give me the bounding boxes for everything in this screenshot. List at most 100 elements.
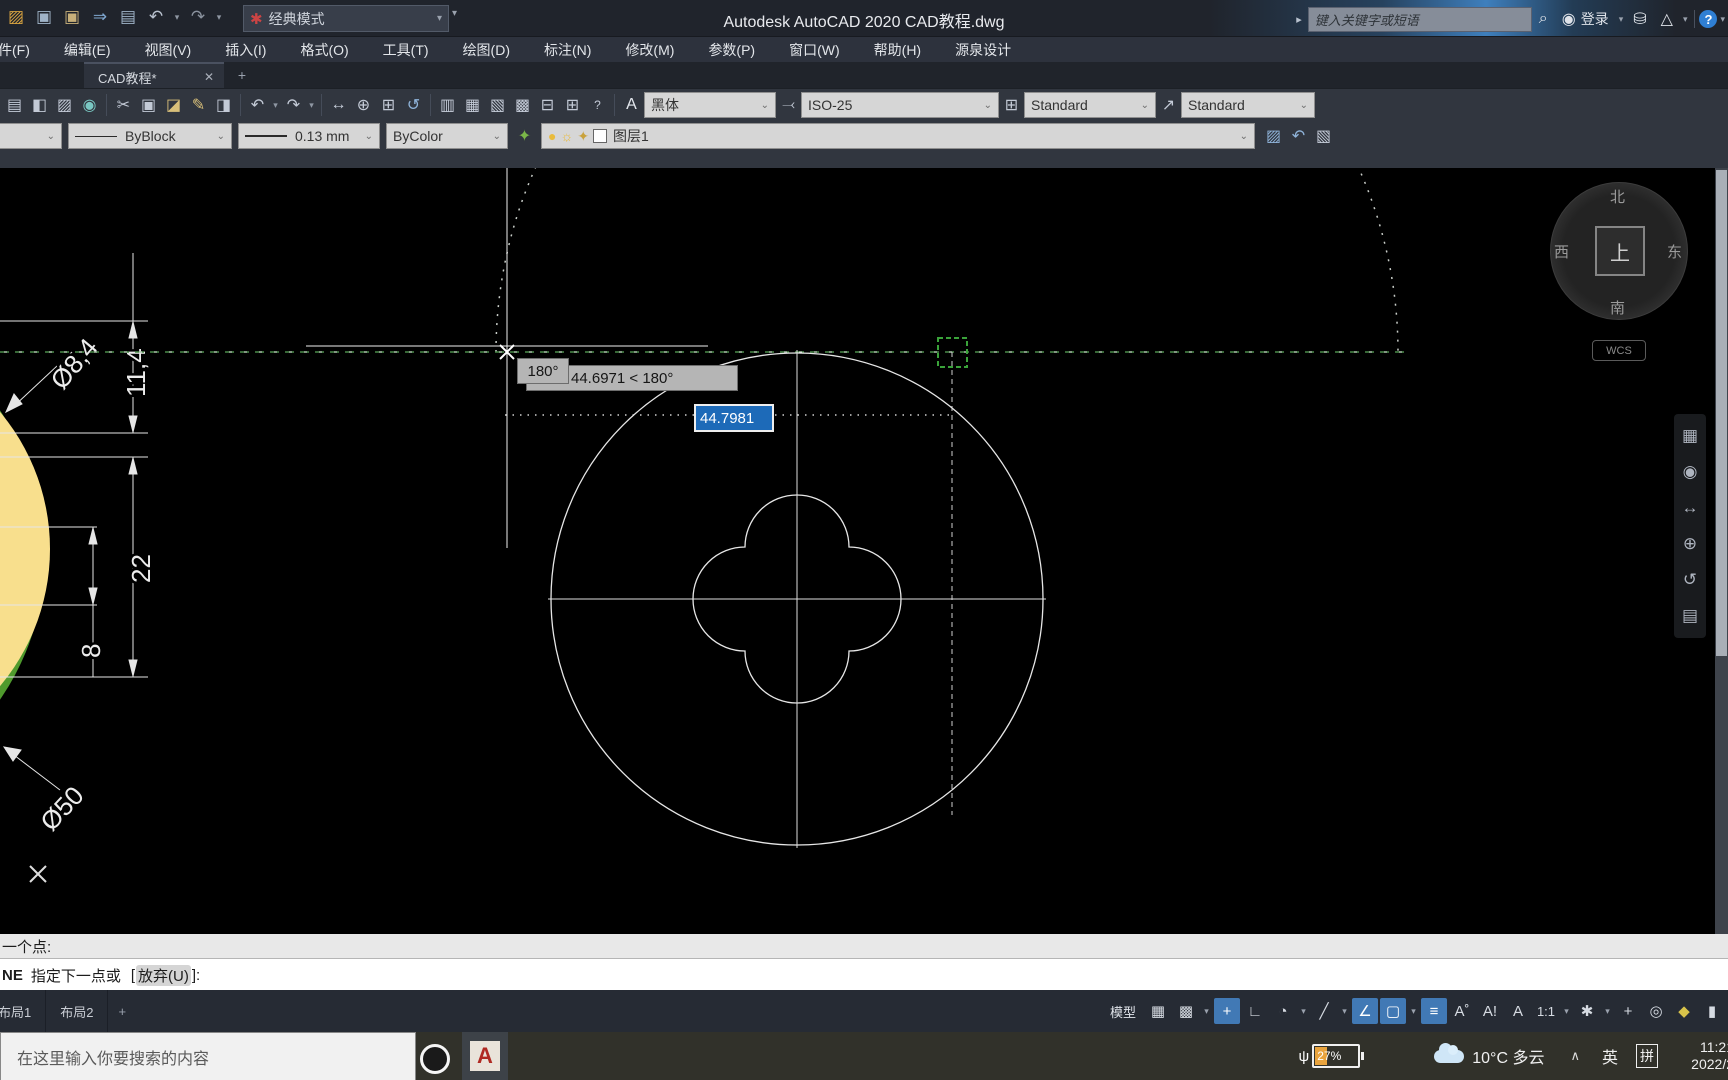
layer-lock-icon[interactable]: ✦ (577, 128, 589, 145)
layer-previous-icon[interactable]: ↶ (1286, 123, 1311, 149)
nav-pan-icon[interactable]: ↔ (1677, 490, 1703, 526)
taskbar-search-input[interactable]: 在这里输入你要搜索的内容 (0, 1032, 416, 1080)
infocenter-search-input[interactable]: 键入关键字或短语 (1307, 6, 1532, 32)
menu-window[interactable]: 窗口(W) (772, 37, 857, 63)
design-center-icon[interactable]: ▦ (460, 92, 485, 118)
dynamic-input-icon[interactable]: + (1214, 998, 1240, 1024)
workspace-more-button[interactable]: ▾ (452, 9, 457, 19)
layer-color-swatch[interactable] (593, 129, 608, 143)
plot-icon[interactable]: ▤ (116, 4, 140, 30)
viewcube[interactable]: 北 西 东 南 上 (1550, 182, 1688, 320)
help-icon[interactable]: ? (585, 92, 610, 118)
nav-showmotion-icon[interactable]: ▤ (1677, 598, 1703, 634)
redo-dropdown[interactable]: ▾ (306, 92, 317, 118)
lineweight-dropdown[interactable]: 0.13 mm ⌄ (238, 123, 380, 149)
quickcalc-icon[interactable]: ⊞ (560, 92, 585, 118)
open-file-icon[interactable]: ▨ (4, 4, 28, 30)
wcs-badge[interactable]: WCS (1592, 340, 1646, 361)
search-button[interactable]: ⌕ (1539, 10, 1548, 28)
file-tab[interactable]: CAD教程* ✕ (84, 62, 224, 90)
snap-dropdown[interactable]: ▾ (1201, 998, 1212, 1024)
osnap-dropdown[interactable]: ▾ (1408, 998, 1419, 1024)
tab-layout1[interactable]: 布局1 (0, 990, 47, 1032)
layer-on-bulb-icon[interactable]: ● (548, 128, 556, 144)
color-control-dropdown[interactable]: ⌄ (0, 123, 62, 149)
tray-expand-chevron[interactable]: ∧ (1570, 1048, 1580, 1064)
clean-screen-icon[interactable]: ▮ (1699, 998, 1725, 1024)
grid-icon[interactable]: ▦ (1145, 998, 1171, 1024)
tool-palettes-icon[interactable]: ▧ (485, 92, 510, 118)
export-icon[interactable]: ⇒ (88, 4, 112, 30)
app-dropdown-icon[interactable]: ▾ (1683, 14, 1688, 25)
nav-zoom-icon[interactable]: ⊕ (1677, 526, 1703, 562)
graphics-performance-icon[interactable]: ◆ (1671, 998, 1697, 1024)
menu-format[interactable]: 格式(O) (283, 37, 365, 63)
linetype-dropdown[interactable]: ByBlock ⌄ (68, 123, 232, 149)
3d-print-icon[interactable]: ◉ (77, 92, 102, 118)
match-properties-icon[interactable]: ✎ (186, 92, 211, 118)
undo-dropdown[interactable]: ▾ (270, 92, 281, 118)
zoom-realtime-icon[interactable]: ⊕ (351, 92, 376, 118)
undo-icon[interactable]: ↶ (144, 4, 168, 30)
cortana-icon[interactable] (420, 1044, 450, 1074)
save-icon[interactable]: ▣ (32, 4, 56, 30)
viewcube-west[interactable]: 西 (1554, 241, 1569, 262)
polar-tracking-icon[interactable]: ◔ (1270, 998, 1296, 1024)
close-icon[interactable]: ✕ (204, 70, 224, 84)
viewcube-north[interactable]: 北 (1610, 186, 1625, 207)
polar-dropdown[interactable]: ▾ (1298, 998, 1309, 1024)
app-store-cart-icon[interactable]: ⛁ (1633, 9, 1646, 29)
layer-properties-icon[interactable]: ✦ (512, 123, 537, 149)
taskbar-clock[interactable]: 11:21 2022/2 (1674, 1039, 1728, 1073)
plot-style-dropdown[interactable]: ByColor ⌄ (386, 123, 508, 149)
command-option-undo[interactable]: 放弃(U) (136, 964, 191, 986)
osnap-icon[interactable]: ▢ (1380, 998, 1406, 1024)
ortho-icon[interactable]: ∟ (1242, 998, 1268, 1024)
mleader-style-dropdown[interactable]: Standard ⌄ (1181, 92, 1315, 118)
weather-widget[interactable]: 10°C 多云 (1472, 1044, 1544, 1068)
dynamic-input-field[interactable]: 44.7981 (694, 404, 774, 432)
viewcube-south[interactable]: 南 (1610, 297, 1625, 318)
cut-icon[interactable]: ✂ (111, 92, 136, 118)
menu-file[interactable]: 件(F) (0, 37, 47, 63)
scale-dropdown[interactable]: ▾ (1561, 998, 1572, 1024)
undo-icon[interactable]: ↶ (245, 92, 270, 118)
layer-states-icon[interactable]: ▧ (1311, 123, 1336, 149)
layer-freeze-sun-icon[interactable]: ☼ (560, 128, 573, 144)
ime-pinyin-indicator[interactable]: 拼 (1636, 1044, 1658, 1068)
table-style-dropdown[interactable]: Standard ⌄ (1024, 92, 1156, 118)
navigation-wheel-icon[interactable]: ◉ (1677, 454, 1703, 490)
publish-icon[interactable]: ▨ (52, 92, 77, 118)
make-object-layer-current-icon[interactable]: ▨ (1261, 123, 1286, 149)
menu-view[interactable]: 视图(V) (128, 37, 209, 63)
collapse-arrow-icon[interactable]: ▸ (1296, 13, 1302, 26)
snap-icon[interactable]: ▩ (1173, 998, 1199, 1024)
menu-parametric[interactable]: 参数(P) (691, 37, 772, 63)
redo-icon[interactable]: ↷ (281, 92, 306, 118)
viewcube-east[interactable]: 东 (1667, 241, 1682, 262)
nav-orbit-icon[interactable]: ↺ (1677, 562, 1703, 598)
text-style-dropdown[interactable]: 黑体 ⌄ (644, 92, 776, 118)
isolate-objects-icon[interactable]: ◎ (1643, 998, 1669, 1024)
viewcube-top-face[interactable]: 上 (1595, 226, 1645, 276)
plot-preview-icon[interactable]: ◧ (27, 92, 52, 118)
annotation-scale-icon[interactable]: A (1505, 998, 1531, 1024)
copy-icon[interactable]: ▣ (136, 92, 161, 118)
menu-yuanquan[interactable]: 源泉设计 (938, 37, 1028, 63)
annotation-scale-value[interactable]: 1:1 (1533, 998, 1559, 1024)
save-as-icon[interactable]: ▣ (60, 4, 84, 30)
annotation-autoscale-icon[interactable]: A! (1477, 998, 1503, 1024)
layer-dropdown[interactable]: ● ☼ ✦ 图层1 ⌄ (541, 123, 1255, 149)
viewcube-home-icon[interactable]: ▦ (1677, 418, 1703, 454)
tab-layout2[interactable]: 布局2 (46, 990, 109, 1032)
menu-modify[interactable]: 修改(M) (608, 37, 691, 63)
vertical-scrollbar[interactable] (1715, 168, 1728, 934)
customization-icon[interactable]: ✱ (1574, 998, 1600, 1024)
paste-icon[interactable]: ◪ (161, 92, 186, 118)
new-tab-button[interactable]: + (232, 66, 252, 84)
isodraft-dropdown[interactable]: ▾ (1339, 998, 1350, 1024)
pan-icon[interactable]: ↔ (326, 92, 351, 118)
dim-style-dropdown[interactable]: ISO-25 ⌄ (801, 92, 999, 118)
sheet-set-manager-icon[interactable]: ▩ (510, 92, 535, 118)
annotation-visibility-icon[interactable]: A˚ (1449, 998, 1475, 1024)
